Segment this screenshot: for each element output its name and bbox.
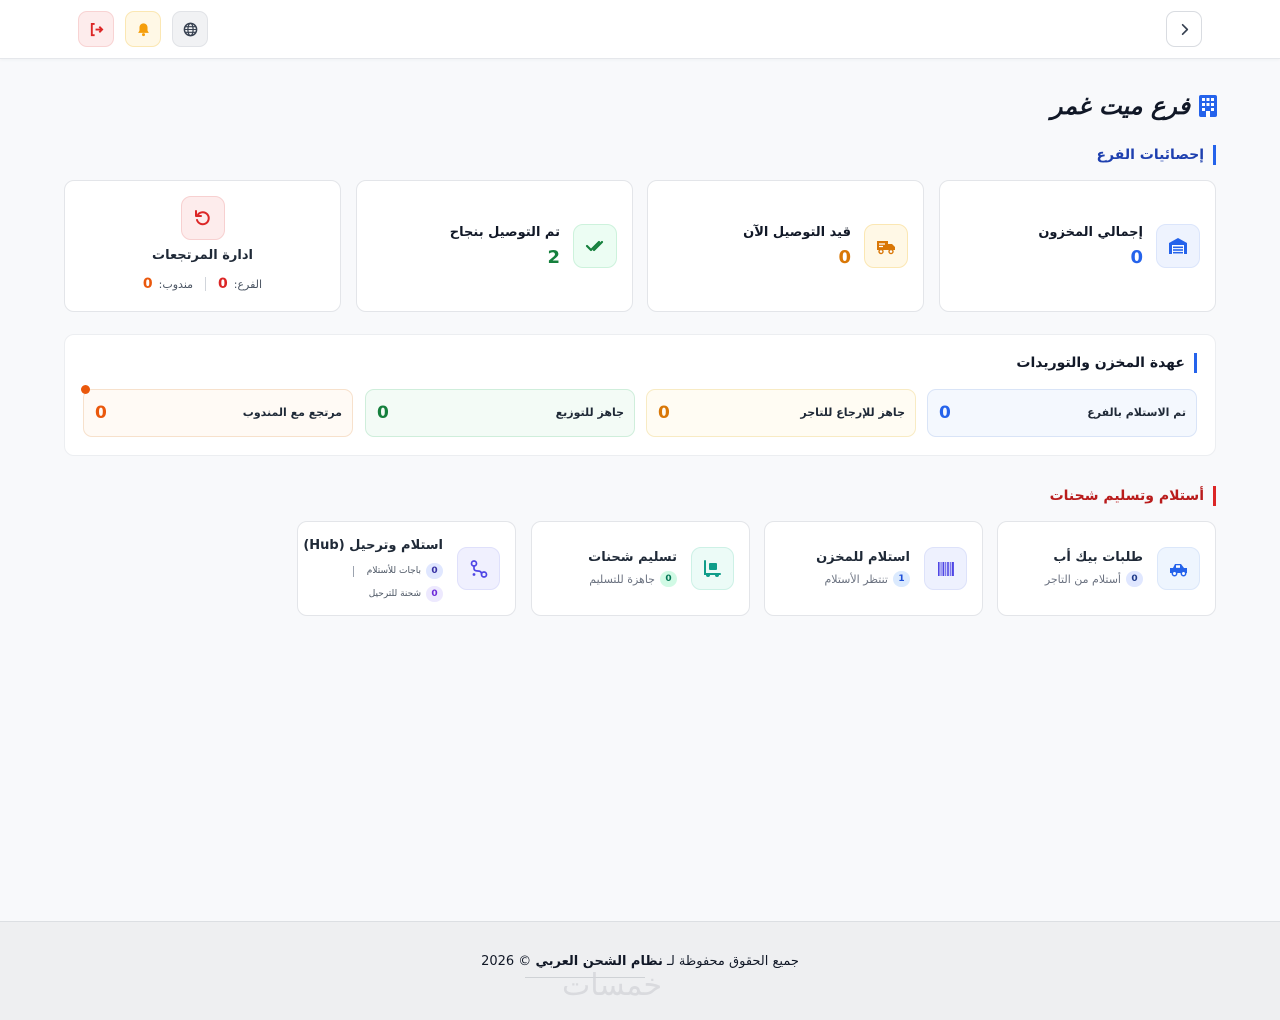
dolly-icon [691, 547, 734, 590]
custody-ready-return-merchant[interactable]: جاهز للإرجاع للتاجر 0 [646, 389, 916, 437]
copyright-prefix: جميع الحقوق محفوظة لـ [667, 954, 799, 969]
hub-bags-row: 0 باجات للأستلام [352, 563, 443, 579]
warehouse-icon [1156, 224, 1200, 268]
count-badge: 0 [426, 563, 443, 579]
pickup-requests-card[interactable]: طلبات بيك أب 0 أستلام من التاجر [997, 521, 1216, 616]
stats-section-title: إحصائيات الفرع [1096, 145, 1216, 165]
notifications-button[interactable] [125, 11, 161, 47]
custody-ready-distribution[interactable]: جاهز للتوزيع 0 [365, 389, 635, 437]
action-title: تسليم شحنات [588, 550, 677, 565]
watermark-logo: خمسات [562, 968, 663, 1003]
custody-label: مرتجع مع المندوب [242, 406, 342, 419]
stat-label: تم التوصيل بنجاح [449, 225, 560, 240]
custody-value: 0 [377, 403, 389, 423]
returns-breakdown: الفرع: 0 مندوب: 0 [65, 276, 340, 292]
footer: جميع الحقوق محفوظة لـ نظام الشحن العربي … [0, 921, 1280, 1020]
stat-value: 2 [547, 247, 560, 268]
action-subtitle: 0 أستلام من التاجر [1045, 571, 1143, 587]
deliver-shipments-card[interactable]: تسليم شحنات 0 جاهزة للتسليم [531, 521, 750, 616]
stat-card-in-delivery[interactable]: قيد التوصيل الآن 0 [647, 180, 924, 312]
stat-value: 0 [1130, 247, 1143, 268]
custody-section-title: عهدة المخزن والتوريدات [1016, 353, 1197, 373]
brand-link[interactable]: نظام الشحن العربي [535, 954, 662, 969]
hub-transfer-label: شحنة للترحيل [368, 589, 421, 599]
chevron-right-icon [1181, 23, 1188, 35]
barcode-icon [924, 547, 967, 590]
returns-branch-value: 0 [218, 276, 228, 292]
stat-value: 0 [838, 247, 851, 268]
custody-returned-with-rep[interactable]: مرتجع مع المندوب 0 [83, 389, 353, 437]
divider [205, 277, 207, 291]
top-header [0, 0, 1280, 59]
custody-value: 0 [939, 403, 951, 423]
custody-label: جاهز للتوزيع [555, 406, 624, 419]
custody-label: تم الاستلام بالفرع [1087, 406, 1186, 419]
count-badge: 1 [893, 571, 910, 587]
bell-icon [137, 22, 149, 36]
custody-label: جاهز للإرجاع للتاجر [800, 406, 905, 419]
warehouse-receive-card[interactable]: استلام للمخزن 1 تنتظر الأستلام [764, 521, 983, 616]
logout-icon [90, 22, 103, 36]
count-badge: 0 [426, 586, 443, 602]
returns-rep-value: 0 [142, 276, 153, 292]
stat-card-inventory[interactable]: إجمالي المخزون 0 [939, 180, 1216, 312]
custody-value: 0 [95, 403, 107, 423]
alert-dot [81, 385, 90, 394]
stat-card-delivered[interactable]: تم التوصيل بنجاح 2 [356, 180, 633, 312]
custody-received-at-branch[interactable]: تم الاستلام بالفرع 0 [927, 389, 1197, 437]
shipments-section-title: أستلام وتسليم شحنات [1050, 486, 1216, 506]
returns-rep-label: مندوب: [158, 277, 194, 291]
custody-value: 0 [658, 403, 670, 423]
custody-panel: عهدة المخزن والتوريدات تم الاستلام بالفر… [64, 334, 1216, 456]
divider [352, 565, 354, 577]
action-subtitle-text: تنتظر الأستلام [824, 572, 888, 586]
copyright-text: جميع الحقوق محفوظة لـ نظام الشحن العربي … [0, 954, 1280, 969]
count-badge: 0 [1126, 571, 1143, 587]
hub-receive-transfer-card[interactable]: استلام وترحيل (Hub) 0 باجات للأستلام 0 ش… [297, 521, 516, 616]
count-badge: 0 [660, 571, 677, 587]
action-title: استلام وترحيل (Hub) [303, 538, 443, 553]
returns-branch-label: الفرع: [233, 277, 263, 291]
returns-title: ادارة المرتجعات [152, 248, 253, 263]
pickup-truck-icon [1157, 547, 1200, 590]
stat-label: قيد التوصيل الآن [743, 225, 851, 240]
hub-bags-label: باجات للأستلام [366, 566, 421, 576]
page-title: فرع ميت غمر [1051, 92, 1218, 120]
undo-icon [181, 196, 225, 240]
action-subtitle: 1 تنتظر الأستلام [824, 571, 910, 587]
hub-transfer-row: 0 شحنة للترحيل [369, 586, 443, 602]
building-icon [1199, 95, 1217, 117]
returns-management-card[interactable]: ادارة المرتجعات الفرع: 0 مندوب: 0 [64, 180, 341, 312]
action-title: طلبات بيك أب [1053, 550, 1143, 565]
route-icon [457, 547, 500, 590]
action-subtitle-text: أستلام من التاجر [1044, 572, 1121, 586]
check-double-icon [573, 224, 617, 268]
page-title-text: فرع ميت غمر [1050, 92, 1190, 120]
action-subtitle-text: جاهزة للتسليم [589, 572, 655, 586]
stat-label: إجمالي المخزون [1038, 225, 1143, 240]
truck-icon [864, 224, 908, 268]
logout-button[interactable] [78, 11, 114, 47]
action-title: استلام للمخزن [816, 550, 910, 565]
copyright-year: © 2026 [481, 954, 532, 969]
globe-icon [183, 22, 197, 36]
back-button[interactable] [1166, 11, 1202, 47]
action-subtitle: 0 جاهزة للتسليم [589, 571, 677, 587]
language-button[interactable] [172, 11, 208, 47]
